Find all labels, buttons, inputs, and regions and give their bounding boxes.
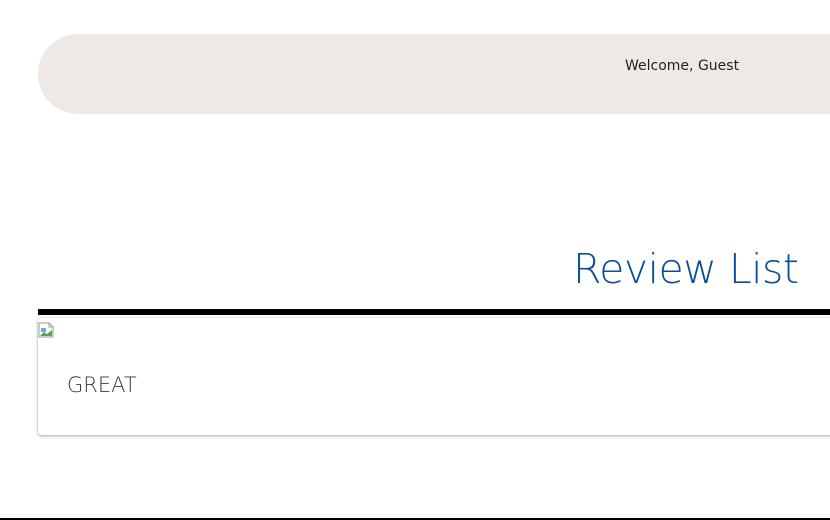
page-title: Review List (573, 245, 799, 293)
broken-image-icon (38, 322, 54, 338)
title-divider (38, 309, 830, 315)
review-title: GREAT (67, 373, 137, 397)
review-card[interactable]: GREAT (38, 318, 830, 435)
welcome-message: Welcome, Guest (625, 58, 740, 74)
page: Welcome, Guest Review List GREAT (0, 0, 830, 520)
